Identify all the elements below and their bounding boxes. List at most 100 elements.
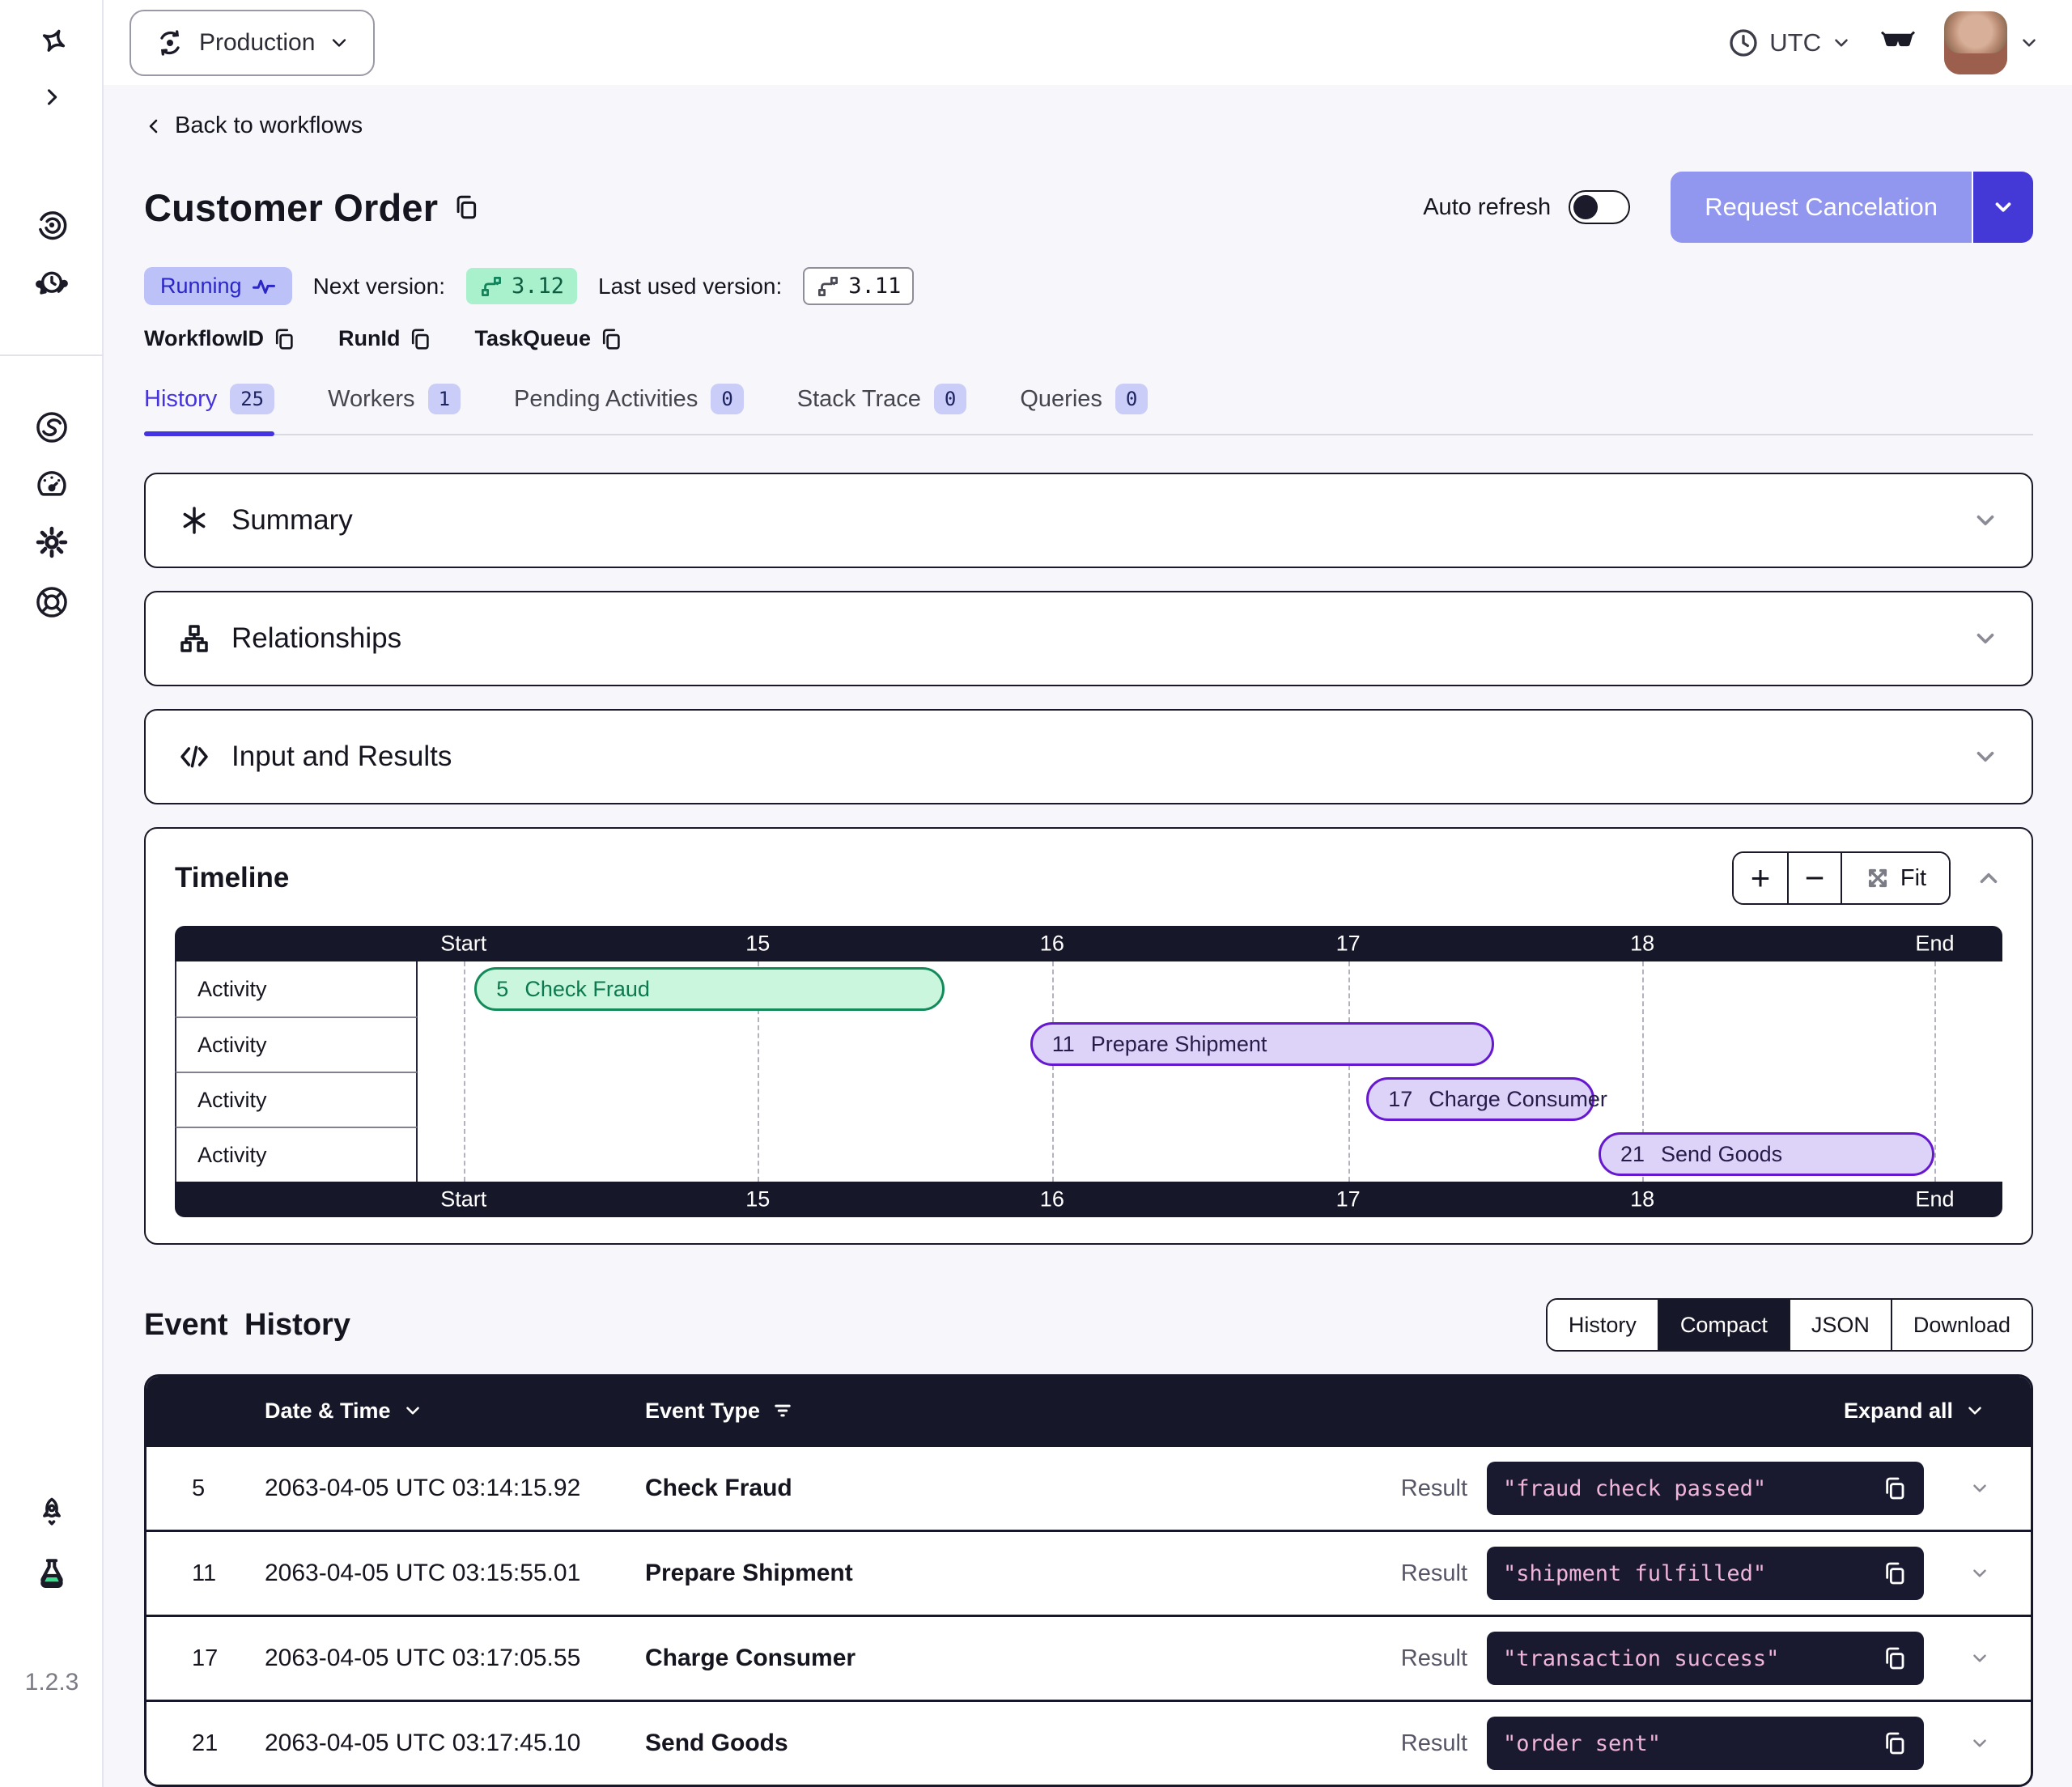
copy-icon (599, 327, 623, 351)
tab-history[interactable]: History25 (144, 384, 274, 434)
topbar: Production UTC (104, 0, 2072, 85)
expand-row-chevron-icon[interactable] (1969, 1733, 1990, 1754)
event-time: 2063-04-05 UTC 03:17:05.55 (265, 1645, 645, 1672)
row-label: Activity (175, 1072, 418, 1127)
tab-queries[interactable]: Queries0 (1020, 384, 1148, 434)
request-cancelation-button[interactable]: Request Cancelation (1671, 172, 1972, 243)
usage-gauge-icon[interactable] (33, 465, 70, 503)
input-results-section-header[interactable]: Input and Results (144, 709, 2033, 804)
view-download-button[interactable]: Download (1891, 1300, 2032, 1350)
event-type-column-filter[interactable]: Event Type (645, 1399, 1844, 1424)
event-type: Check Fraud (645, 1475, 1401, 1502)
event-type: Charge Consumer (645, 1645, 1401, 1672)
workflow-id-label: WorkflowID (144, 326, 264, 351)
logo-star-icon[interactable] (33, 26, 70, 63)
timeline-axis-bottom: Start 15 16 17 18 End (175, 1182, 2002, 1217)
timeline-rows: Activity 5Check Fraud Activity 11Prepare… (175, 961, 2002, 1182)
fit-button[interactable]: Fit (1841, 853, 1949, 903)
cancelation-options-caret[interactable] (1972, 172, 2033, 243)
view-json-button[interactable]: JSON (1789, 1300, 1891, 1350)
copy-icon (452, 193, 480, 221)
schedules-icon[interactable] (33, 265, 70, 302)
relationships-section-header[interactable]: Relationships (144, 591, 2033, 686)
chevron-down-icon[interactable] (1972, 507, 1999, 534)
result-value: "order sent" (1503, 1731, 1882, 1756)
pulse-icon (252, 274, 276, 299)
chevron-down-icon (1831, 32, 1852, 53)
copy-icon[interactable] (1882, 1560, 1908, 1586)
fit-label: Fit (1900, 865, 1926, 892)
copy-icon (408, 327, 432, 351)
last-version-value: 3.11 (848, 274, 901, 299)
row-label: Activity (175, 1017, 418, 1072)
auto-refresh-toggle[interactable] (1569, 190, 1630, 224)
expand-row-chevron-icon[interactable] (1969, 1648, 1990, 1669)
timeline-bar-prepare-shipment[interactable]: 11Prepare Shipment (1030, 1022, 1495, 1066)
expand-row-chevron-icon[interactable] (1969, 1478, 1990, 1499)
namespace-selector[interactable]: Production (130, 10, 375, 76)
timezone-selector[interactable]: UTC (1727, 27, 1852, 59)
timeline-chart: Start 15 16 17 18 End (175, 926, 2002, 1217)
expand-all-button[interactable]: Expand all (1844, 1399, 1985, 1424)
tab-count-badge: 1 (428, 384, 461, 414)
zoom-out-button[interactable]: − (1787, 853, 1841, 903)
result-chip: "transaction success" (1487, 1632, 1924, 1685)
event-row[interactable]: 21 2063-04-05 UTC 03:17:45.10 Send Goods… (146, 1700, 2031, 1785)
workflows-icon[interactable] (33, 206, 70, 244)
hierarchy-icon (178, 622, 210, 655)
request-cancelation-split-button: Request Cancelation (1671, 172, 2033, 243)
event-row[interactable]: 5 2063-04-05 UTC 03:14:15.92 Check Fraud… (146, 1445, 2031, 1530)
result-label: Result (1401, 1560, 1467, 1587)
task-queue-copy[interactable]: TaskQueue (474, 326, 623, 351)
nexus-icon[interactable] (33, 409, 70, 446)
collapse-timeline-chevron-up-icon[interactable] (1975, 864, 2002, 892)
timeline-row: Activity 21Send Goods (175, 1127, 2002, 1182)
tab-stack-trace[interactable]: Stack Trace0 (797, 384, 967, 434)
timeline-bar-check-fraud[interactable]: 5Check Fraud (474, 967, 944, 1011)
event-row[interactable]: 17 2063-04-05 UTC 03:17:05.55 Charge Con… (146, 1615, 2031, 1700)
event-id: 5 (146, 1475, 265, 1502)
summary-section-header[interactable]: Summary (144, 473, 2033, 568)
back-to-workflows-link[interactable]: Back to workflows (144, 112, 363, 139)
event-history-view-switcher: History Compact JSON Download (1546, 1298, 2033, 1352)
result-label: Result (1401, 1730, 1467, 1757)
timeline-bar-send-goods[interactable]: 21Send Goods (1599, 1132, 1934, 1176)
copy-icon[interactable] (1882, 1645, 1908, 1671)
timeline-row: Activity 11Prepare Shipment (175, 1017, 2002, 1072)
expand-row-chevron-icon[interactable] (1969, 1563, 1990, 1584)
copy-title-button[interactable] (452, 193, 480, 221)
section-title: Input and Results (231, 741, 452, 773)
labs-flask-icon[interactable] (33, 1555, 70, 1592)
zoom-in-button[interactable]: + (1734, 853, 1787, 903)
data-mask-glasses-icon[interactable] (1879, 22, 1917, 63)
chevron-down-icon (1991, 195, 2015, 219)
row-label: Activity (175, 961, 418, 1017)
user-menu[interactable] (1944, 11, 2040, 74)
timeline-bar-charge-consumer[interactable]: 17Charge Consumer (1366, 1077, 1594, 1121)
support-lifebuoy-icon[interactable] (33, 584, 70, 621)
workflow-id-copy[interactable]: WorkflowID (144, 326, 296, 351)
clock-icon (1727, 27, 1760, 59)
timeline-title: Timeline (175, 862, 289, 894)
date-time-column-sort[interactable]: Date & Time (265, 1399, 645, 1424)
tab-bar: History25 Workers1 Pending Activities0 S… (144, 384, 2033, 435)
run-id-copy[interactable]: RunId (338, 326, 432, 351)
event-row[interactable]: 11 2063-04-05 UTC 03:15:55.01 Prepare Sh… (146, 1530, 2031, 1615)
chevron-left-icon (144, 117, 163, 136)
chevron-down-icon[interactable] (1972, 743, 1999, 770)
expand-sidebar-icon[interactable] (33, 79, 70, 116)
tab-count-badge: 0 (711, 384, 743, 414)
tab-count-badge: 0 (934, 384, 966, 414)
tab-pending-activities[interactable]: Pending Activities0 (514, 384, 744, 434)
copy-icon[interactable] (1882, 1475, 1908, 1501)
copy-icon[interactable] (1882, 1730, 1908, 1756)
view-history-button[interactable]: History (1548, 1300, 1658, 1350)
whats-new-rocket-icon[interactable] (33, 1495, 70, 1532)
avatar[interactable] (1944, 11, 2007, 74)
settings-gear-icon[interactable] (33, 524, 70, 561)
view-compact-button[interactable]: Compact (1658, 1300, 1789, 1350)
tab-workers[interactable]: Workers1 (328, 384, 461, 434)
toggle-knob (1573, 195, 1598, 219)
copy-icon (272, 327, 296, 351)
chevron-down-icon[interactable] (1972, 625, 1999, 652)
